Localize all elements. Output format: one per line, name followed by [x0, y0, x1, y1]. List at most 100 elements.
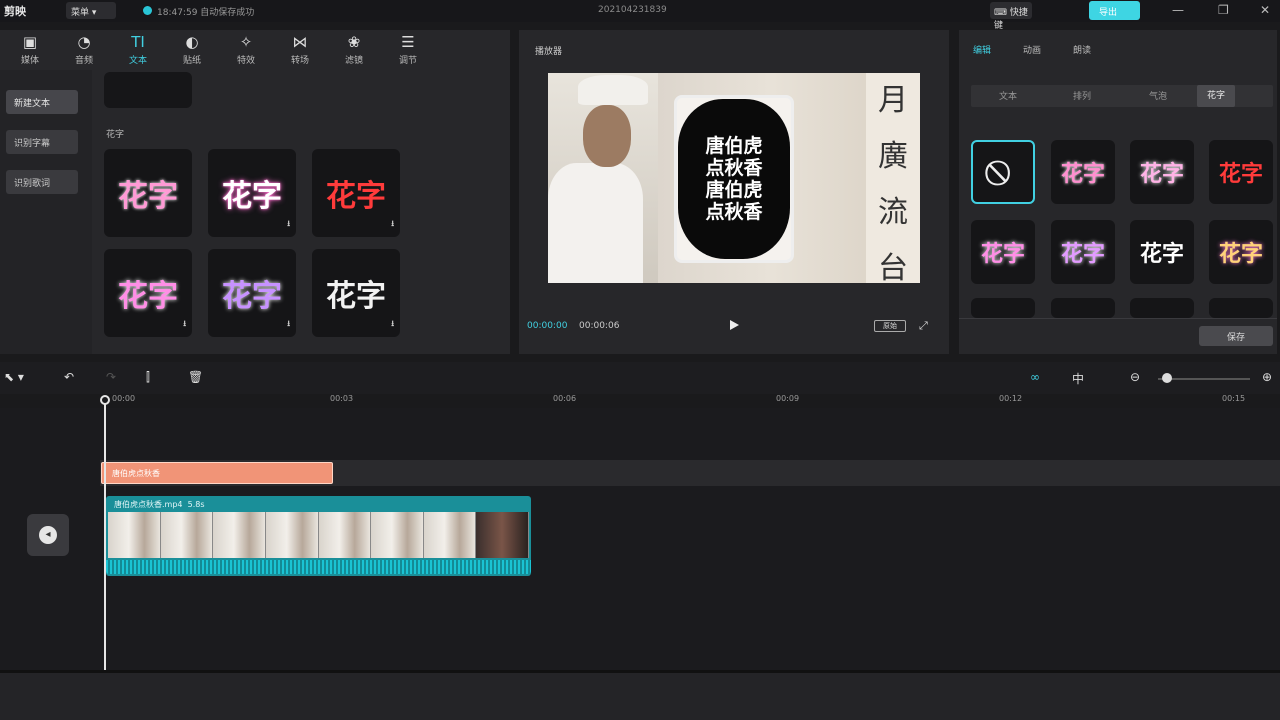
ruler-tick: 00:12 — [999, 394, 1023, 403]
tool-audio[interactable]: ◔ 音频 — [58, 30, 110, 70]
split-icon[interactable]: ⫿ — [146, 370, 150, 385]
app-logo: 剪映 — [4, 5, 26, 18]
tab-read-aloud[interactable]: 朗读 — [1073, 43, 1091, 56]
fancy-text-tile[interactable]: 花字 — [1130, 220, 1194, 284]
subtab-fancy[interactable]: 花字 — [1197, 85, 1236, 107]
snap-icon[interactable]: 中 — [1072, 370, 1084, 387]
subtab-arrange[interactable]: 排列 — [1073, 89, 1091, 102]
recognize-lyrics-button[interactable]: 识别歌词 — [6, 170, 78, 194]
undo-icon[interactable]: ↶ — [64, 370, 74, 384]
fancy-text-tile[interactable]: 花字 ⭳ — [208, 149, 296, 237]
subtab-text[interactable]: 文本 — [999, 89, 1017, 102]
overlay-line: 唐伯虎 — [705, 179, 763, 201]
tool-effects[interactable]: ✧ 特效 — [220, 30, 272, 70]
download-icon[interactable]: ⭳ — [287, 318, 290, 332]
text-category-nav: 新建文本 识别字幕 识别歌词 — [0, 70, 92, 354]
zoom-slider-handle[interactable] — [1162, 373, 1172, 383]
fancy-text-tile[interactable]: 花字 ⭳ — [312, 149, 400, 237]
maximize-icon[interactable]: ❐ — [1218, 3, 1229, 17]
subtab-bubble[interactable]: 气泡 — [1149, 89, 1167, 102]
adjust-icon: ☰ — [401, 33, 415, 51]
playhead-handle[interactable] — [100, 395, 110, 405]
recognize-subtitles-button[interactable]: 识别字幕 — [6, 130, 78, 154]
tile-text: 花字 — [1218, 162, 1263, 187]
overlay-line: 唐伯虎 — [705, 135, 763, 157]
timeline-ruler[interactable]: 00:00 00:03 00:06 00:09 00:12 00:15 — [0, 394, 1280, 408]
zoom-in-icon[interactable]: ⊕ — [1262, 370, 1272, 384]
ratio-button[interactable]: 原始 — [874, 320, 906, 332]
no-style-tile[interactable]: ⃠ — [971, 140, 1035, 204]
fancy-text-tile[interactable]: 花字 ⭳ — [104, 249, 192, 337]
tool-filter[interactable]: ❀ 滤镜 — [328, 30, 380, 70]
fancy-text-tile[interactable]: 花字 — [1209, 220, 1273, 284]
fancy-text-tile[interactable] — [1209, 298, 1273, 318]
timeline-toolbar: ⬉ ▾ ↶ ↷ ⫿ 🗑 ∞ 中 ⊖ ⊕ — [0, 362, 1280, 394]
close-icon[interactable]: ✕ — [1260, 3, 1270, 17]
fancy-text-tile[interactable]: 花字 — [1130, 140, 1194, 204]
tab-edit[interactable]: 编辑 — [973, 43, 991, 56]
shortcut-button[interactable]: ⌨ 快捷键 — [990, 2, 1032, 31]
text-overlay[interactable]: 唐伯虎 点秋香 唐伯虎 点秋香 — [678, 99, 790, 259]
text-clip[interactable]: 唐伯虎点秋香 — [101, 462, 333, 484]
tool-adjust[interactable]: ☰ 调节 — [382, 30, 434, 70]
tool-sticker[interactable]: ◐ 贴纸 — [166, 30, 218, 70]
text-style-subtabs: 文本 排列 气泡 花字 — [971, 85, 1273, 107]
volume-icon: ◂ — [39, 526, 57, 544]
download-icon[interactable]: ⭳ — [183, 318, 186, 332]
playhead[interactable] — [104, 396, 106, 670]
tile-text: 花字 — [118, 179, 178, 214]
fancy-text-tile[interactable] — [971, 298, 1035, 318]
text-template-tile[interactable] — [104, 72, 192, 108]
tool-transition[interactable]: ⋈ 转场 — [274, 30, 326, 70]
redo-icon: ↷ — [106, 370, 117, 384]
download-icon[interactable]: ⭳ — [287, 218, 290, 232]
tile-text: 花字 — [1060, 162, 1105, 187]
overlay-line: 点秋香 — [705, 201, 763, 223]
menu-button[interactable]: 菜单 ▾ — [66, 2, 116, 19]
play-icon[interactable] — [727, 318, 741, 332]
export-button[interactable]: 导出 — [1089, 1, 1140, 20]
fancy-text-tile[interactable]: 花字 — [104, 149, 192, 237]
tool-media[interactable]: ▣ 媒体 — [4, 30, 56, 70]
fancy-text-tile[interactable]: 花字 — [1051, 140, 1115, 204]
overlay-line: 点秋香 — [705, 157, 763, 179]
new-text-button[interactable]: 新建文本 — [6, 90, 78, 114]
download-icon[interactable]: ⭳ — [391, 218, 394, 232]
save-preset-button[interactable]: 保存 — [1199, 326, 1273, 346]
fancy-text-tile[interactable] — [1051, 298, 1115, 318]
save-status-icon — [143, 6, 152, 15]
fancy-text-tile[interactable] — [1130, 298, 1194, 318]
mute-track-button[interactable]: ◂ — [27, 514, 69, 556]
thumbnail — [476, 512, 529, 558]
audio-waveform — [106, 560, 531, 574]
minimize-icon[interactable]: — — [1172, 3, 1184, 17]
player-title: 播放器 — [535, 47, 563, 57]
fancy-text-tile[interactable]: 花字 — [971, 220, 1035, 284]
fancy-text-tile[interactable]: 花字 ⭳ — [312, 249, 400, 337]
tile-text: 花字 — [326, 279, 386, 314]
tile-text: 花字 — [222, 179, 282, 214]
thumbnail — [318, 512, 372, 558]
link-icon[interactable]: ∞ — [1030, 370, 1040, 384]
tile-text: 花字 — [980, 242, 1025, 267]
video-clip[interactable]: 唐伯虎点秋香.mp4 5.8s — [106, 496, 531, 576]
video-preview[interactable]: 月廣流台 唐伯虎 点秋香 唐伯虎 点秋香 — [548, 73, 920, 283]
effects-icon: ✧ — [239, 33, 253, 51]
zoom-out-icon[interactable]: ⊖ — [1130, 370, 1140, 384]
delete-icon[interactable]: 🗑 — [188, 370, 203, 384]
fullscreen-icon[interactable]: ⤢ — [919, 319, 928, 333]
download-icon[interactable]: ⭳ — [391, 318, 394, 332]
tab-animation[interactable]: 动画 — [1023, 43, 1041, 56]
select-tool-icon[interactable]: ⬉ ▾ — [4, 370, 24, 384]
ruler-tick: 00:03 — [330, 394, 354, 403]
fancy-text-tile[interactable]: 花字 ⭳ — [208, 249, 296, 337]
fancy-text-tile[interactable]: 花字 — [1209, 140, 1273, 204]
fancy-text-tile[interactable]: 花字 — [1051, 220, 1115, 284]
tile-text: 花字 — [1218, 242, 1263, 267]
audio-icon: ◔ — [77, 33, 91, 51]
clip-info: 唐伯虎点秋香.mp4 5.8s — [114, 500, 205, 509]
media-icon: ▣ — [22, 33, 38, 51]
tile-text: 花字 — [1060, 242, 1105, 267]
filter-icon: ❀ — [347, 33, 361, 51]
tool-text[interactable]: TI 文本 — [112, 30, 164, 70]
